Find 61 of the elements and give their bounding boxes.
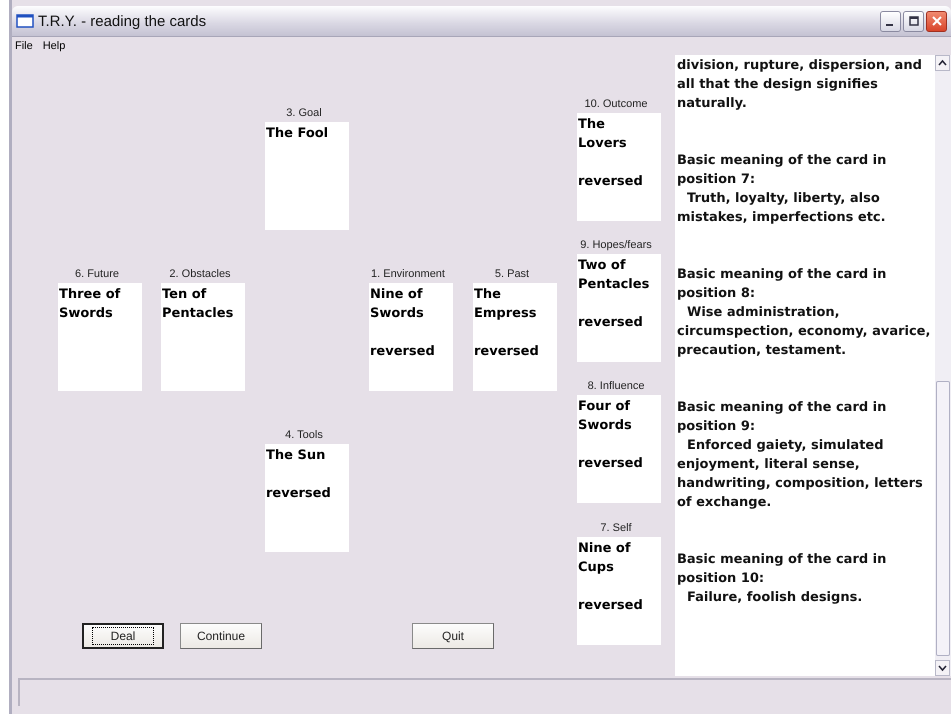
reversed-note: reversed (578, 597, 644, 615)
card-name: Four of (578, 398, 632, 416)
maximize-button[interactable] (903, 10, 924, 32)
window-icon (16, 14, 34, 28)
meaning-heading: Basic meaning of the card in position 10: (677, 551, 888, 588)
menu-item[interactable]: File (14, 40, 34, 52)
push-button[interactable]: Continue (180, 623, 262, 649)
meaning-text: Wise administration, circumspection, economy, avarice, precaution, testament. (677, 304, 932, 360)
scroll-down-icon[interactable] (935, 660, 950, 676)
position-label: 4. Tools (285, 428, 323, 443)
menu-item[interactable]: Help (42, 40, 66, 52)
vertical-scrollbar[interactable] (935, 55, 951, 676)
meaning-heading: Basic meaning of the card in position 8: (677, 266, 888, 303)
reversed-note: reversed (266, 485, 332, 503)
meaning-text: Failure, foolish designs. (686, 589, 864, 607)
reversed-note: reversed (370, 343, 436, 361)
card-name: The (578, 116, 606, 134)
position-label: 2. Obstacles (169, 267, 231, 282)
reversed-note: reversed (578, 173, 644, 191)
card-name: The Sun (266, 447, 326, 465)
meaning-heading: Basic meaning of the card in position 7: (677, 152, 888, 189)
card-name: Swords (59, 305, 114, 323)
meaning-heading: Basic meaning of the card in position 9: (677, 399, 888, 436)
card-name: Nine of (578, 540, 632, 558)
card-name: Lovers (578, 135, 628, 153)
push-button[interactable]: Quit (412, 623, 494, 649)
minimize-button[interactable] (880, 10, 901, 32)
card-name: Empress (474, 305, 538, 323)
reversed-note: reversed (578, 455, 644, 473)
card-name: Nine of (370, 286, 424, 304)
meaning-text: Truth, loyalty, liberty, also mistakes, imperfections etc. (677, 190, 887, 227)
card-name: Cups (578, 559, 615, 577)
push-button[interactable]: Deal (82, 623, 164, 649)
card-name: The (474, 286, 502, 304)
position-label: 7. Self (600, 521, 632, 536)
meaning-text: division, rupture, dispersion, and all that the design signifies naturally. (677, 57, 923, 113)
scroll-up-icon[interactable] (935, 55, 950, 71)
scroll-thumb[interactable] (936, 381, 950, 656)
maximize-icon (908, 16, 918, 26)
window-title: T.R.Y. - reading the cards (38, 12, 208, 30)
card-name: Three of (59, 286, 122, 304)
card-name: Ten of (162, 286, 208, 304)
position-label: 3. Goal (286, 106, 322, 121)
card-name: Pentacles (578, 276, 650, 294)
position-label: 1. Environment (371, 267, 445, 282)
card-name: Pentacles (162, 305, 234, 323)
meaning-text: Enforced gaiety, simulated enjoyment, literal sense, handwriting, composition, letters of exchange. (677, 437, 924, 512)
position-label: 8. Influence (588, 379, 644, 394)
minimize-icon (886, 24, 893, 26)
position-label: 6. Future (74, 267, 120, 282)
card-name: The Fool (266, 125, 330, 143)
card-name: Swords (578, 417, 633, 435)
reversed-note: reversed (578, 314, 644, 332)
close-button[interactable] (926, 10, 947, 32)
position-label: 5. Past (494, 267, 530, 282)
card-name: Swords (370, 305, 425, 323)
close-icon (932, 16, 942, 26)
reversed-note: reversed (474, 343, 540, 361)
position-label: 9. Hopes/fears (580, 238, 652, 253)
position-label: 10. Outcome (584, 97, 648, 112)
card-name: Two of (578, 257, 627, 275)
